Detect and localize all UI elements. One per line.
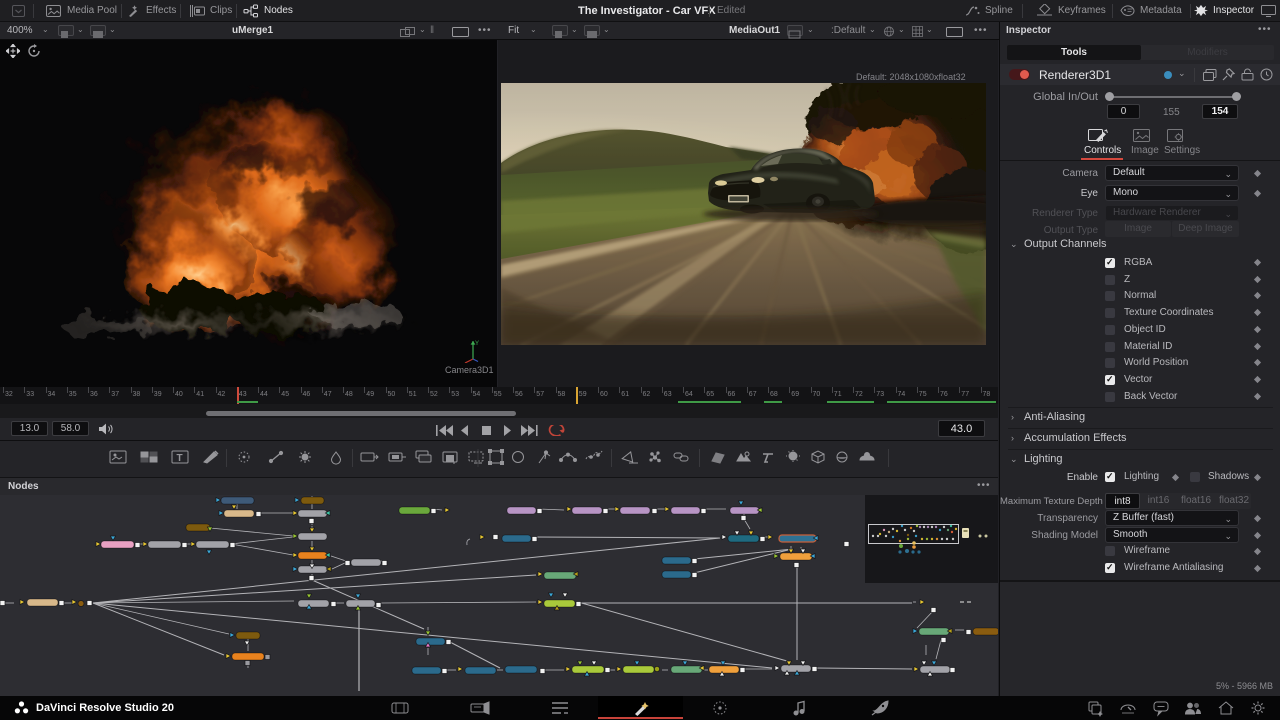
- svg-text:Y: Y: [475, 341, 479, 347]
- svg-text:T: T: [177, 453, 183, 464]
